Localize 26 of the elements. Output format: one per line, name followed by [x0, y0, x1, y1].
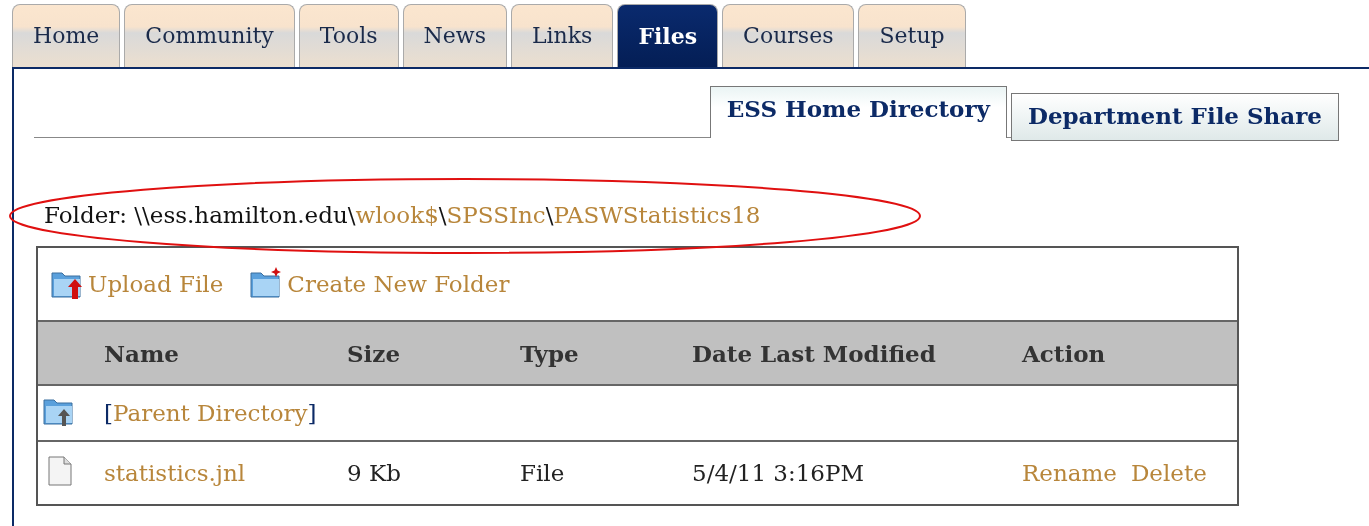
bracket: ]: [307, 400, 317, 426]
folder-label: Folder:: [44, 202, 128, 228]
nav-tab[interactable]: Files: [617, 4, 719, 67]
directory-tab[interactable]: Department File Share: [1010, 93, 1339, 141]
document-icon: [48, 455, 72, 486]
table-cell-text: File: [520, 460, 566, 486]
nav-tab[interactable]: Community: [124, 4, 295, 67]
table-cell-text: 5/4/11 3:16PM: [692, 460, 866, 486]
nav-tab[interactable]: Setup: [858, 4, 966, 67]
column-header: Type: [520, 339, 580, 367]
path-text: \: [545, 202, 554, 228]
column-header: Name: [104, 339, 180, 367]
path-text: \: [438, 202, 447, 228]
directory-tab[interactable]: ESS Home Directory: [709, 86, 1007, 138]
nav-tab[interactable]: News: [402, 4, 507, 67]
table-cell-text: 9 Kb: [347, 460, 402, 486]
path-text: \\ess.hamilton.edu\: [134, 202, 356, 228]
column-header: Size: [347, 339, 402, 367]
nav-tab[interactable]: Courses: [722, 4, 855, 67]
nav-tab[interactable]: Tools: [298, 4, 399, 67]
column-header: Action: [1022, 339, 1107, 367]
nav-tab[interactable]: Home: [12, 4, 121, 67]
column-header: Date Last Modified: [692, 339, 937, 367]
bracket: [: [104, 400, 113, 426]
nav-tab[interactable]: Links: [510, 4, 614, 67]
new-folder-icon: [249, 267, 282, 301]
